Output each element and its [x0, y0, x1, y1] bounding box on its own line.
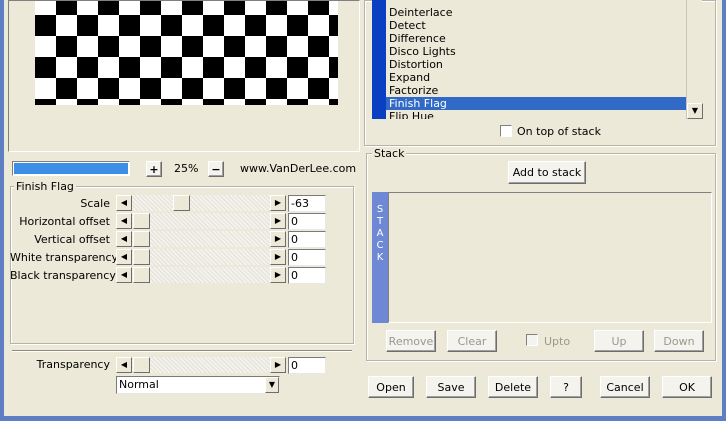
website-link[interactable]: www.VanDerLee.com	[240, 162, 356, 175]
stack-sidebar: STACK	[372, 192, 388, 323]
param-thumb[interactable]	[133, 213, 150, 229]
clear-button[interactable]: Clear	[447, 330, 497, 352]
upto-checkbox[interactable]	[526, 334, 538, 346]
stack-list[interactable]	[388, 192, 712, 323]
zoom-out-button[interactable]: −	[208, 161, 224, 177]
open-button[interactable]: Open	[368, 376, 414, 398]
cancel-button[interactable]: Cancel	[600, 376, 650, 398]
zoom-in-button[interactable]: +	[146, 161, 162, 177]
filter-list-scrollbar[interactable]: ▼	[686, 0, 703, 119]
param-thumb[interactable]	[133, 267, 150, 283]
filter-list[interactable]	[372, 0, 386, 119]
add-to-stack-button[interactable]: Add to stack	[508, 161, 586, 184]
param-value[interactable]: 0	[288, 249, 326, 266]
param-label: White transparency	[10, 251, 119, 264]
scroll-down-arrow[interactable]: ▼	[687, 103, 703, 119]
filter-list-item[interactable]: Difference	[386, 32, 686, 45]
progress-bar	[12, 161, 130, 176]
param-value[interactable]: 0	[288, 213, 326, 230]
filter-list-item[interactable]: Finish Flag	[386, 97, 686, 110]
preview-image	[35, 1, 338, 105]
stack-letter: K	[376, 252, 384, 263]
help-button[interactable]: ?	[550, 376, 582, 398]
delete-button[interactable]: Delete	[488, 376, 538, 398]
param-slider[interactable]	[116, 195, 286, 211]
zoom-value: 25%	[174, 162, 199, 175]
remove-button[interactable]: Remove	[386, 330, 436, 352]
param-label: Scale	[80, 197, 110, 210]
stack-letter: T	[376, 216, 384, 227]
stack-letter: C	[376, 240, 384, 251]
param-left-arrow[interactable]: ◀	[116, 231, 132, 247]
filter-list-item[interactable]: Deinterlace	[386, 6, 686, 19]
progress-fill	[14, 163, 128, 174]
filter-list-item[interactable]: Expand	[386, 71, 686, 84]
blend-mode-select[interactable]: Normal ▼	[116, 376, 280, 394]
param-right-arrow[interactable]: ▶	[270, 195, 286, 211]
param-right-arrow[interactable]: ▶	[270, 249, 286, 265]
save-button[interactable]: Save	[426, 376, 476, 398]
transparency-label: Transparency	[36, 358, 110, 371]
param-value[interactable]: 0	[288, 267, 326, 284]
blend-mode-value: Normal	[119, 378, 159, 391]
filter-list-item[interactable]: Distortion	[386, 58, 686, 71]
filter-list-item[interactable]: Detect	[386, 19, 686, 32]
param-thumb[interactable]	[173, 195, 190, 211]
up-button[interactable]: Up	[594, 330, 644, 352]
param-right-arrow[interactable]: ▶	[270, 231, 286, 247]
finish-flag-group-title: Finish Flag	[14, 180, 76, 193]
chevron-down-icon[interactable]: ▼	[265, 377, 279, 393]
param-left-arrow[interactable]: ◀	[116, 213, 132, 229]
param-right-arrow[interactable]: ▶	[270, 267, 286, 283]
transparency-value[interactable]: 0	[288, 357, 326, 374]
param-thumb[interactable]	[133, 231, 150, 247]
param-left-arrow[interactable]: ◀	[116, 249, 132, 265]
param-label: Horizontal offset	[19, 215, 110, 228]
param-value[interactable]: 0	[288, 231, 326, 248]
transparency-thumb[interactable]	[133, 357, 150, 373]
stack-letter: A	[376, 228, 384, 239]
filter-list-item[interactable]: Factorize	[386, 84, 686, 97]
ok-button[interactable]: OK	[662, 376, 712, 398]
plugin-window: + 25% − www.VanDerLee.com Finish Flag Sc…	[4, 0, 722, 416]
filter-list-item[interactable]: Disco Lights	[386, 45, 686, 58]
param-thumb[interactable]	[133, 249, 150, 265]
preview-panel	[8, 0, 360, 152]
param-label: Black transparency	[10, 269, 116, 282]
param-right-arrow[interactable]: ▶	[270, 213, 286, 229]
on-top-label: On top of stack	[517, 125, 601, 138]
upto-label: Upto	[544, 335, 571, 348]
down-button[interactable]: Down	[654, 330, 704, 352]
transparency-right-arrow[interactable]: ▶	[270, 357, 286, 373]
param-left-arrow[interactable]: ◀	[116, 267, 132, 283]
on-top-checkbox[interactable]	[500, 125, 512, 137]
filter-list-box[interactable]: Deinterlace Detect Difference Disco Lights D…	[386, 0, 686, 119]
stack-group-title: Stack	[372, 147, 407, 160]
filter-list-item[interactable]: Flip Hue	[386, 110, 686, 119]
separator	[12, 350, 352, 352]
param-label: Vertical offset	[34, 233, 110, 246]
transparency-left-arrow[interactable]: ◀	[116, 357, 132, 373]
stack-letter: S	[376, 204, 384, 215]
param-value[interactable]: -63	[288, 195, 326, 212]
param-left-arrow[interactable]: ◀	[116, 195, 132, 211]
